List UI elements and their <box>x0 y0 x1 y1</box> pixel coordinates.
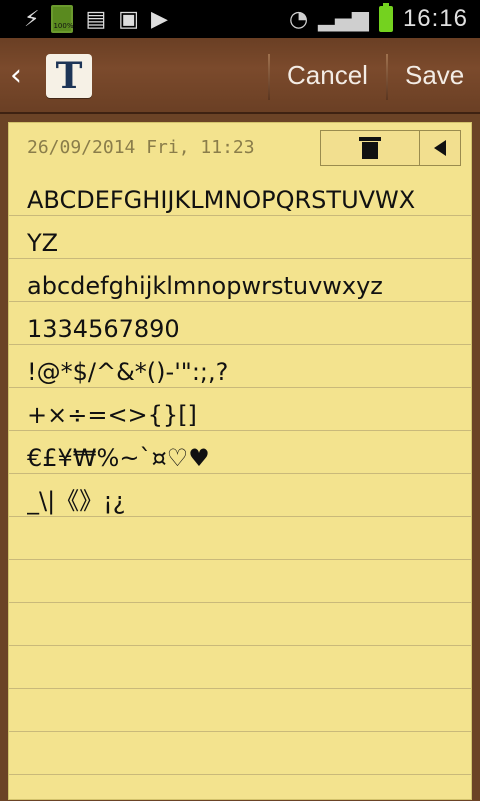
note-paper[interactable]: 26/09/2014 Fri, 11:23 ABCDEFGHIJKLMNOPQR… <box>8 122 472 801</box>
clock: 16:16 <box>402 5 468 32</box>
cancel-button[interactable]: Cancel <box>287 60 368 91</box>
battery-icon <box>378 3 393 32</box>
note-line: 1334567890 <box>27 315 180 343</box>
trash-icon <box>359 137 381 159</box>
back-arrow-icon[interactable]: ‹ <box>10 58 34 94</box>
font-style-label: T <box>55 55 83 97</box>
note-line: €£¥₩%~`¤♡♥ <box>27 444 210 472</box>
save-button[interactable]: Save <box>405 60 464 91</box>
store-icon: ▶ <box>151 6 168 32</box>
gallery-icon: ▣ <box>118 6 140 32</box>
usb-icon: ⚡ <box>24 6 40 32</box>
note-line: _\|《》¡¿ <box>27 487 126 515</box>
note-date: 26/09/2014 Fri, 11:23 <box>27 137 255 158</box>
note-line: !@*$/^&*()-'":;,? <box>27 358 229 386</box>
divider <box>268 54 270 100</box>
wifi-icon: ◔ <box>288 6 309 32</box>
note-line: ABCDEFGHIJKLMNOPQRSTUVWX <box>27 186 416 214</box>
divider <box>386 54 388 100</box>
note-line: abcdefghijklmnopwrstuvwxyz <box>27 272 383 300</box>
note-line: +×÷=<>{}[] <box>27 401 197 429</box>
collapse-button[interactable] <box>419 131 460 165</box>
status-bar: ⚡ 100% ▤ ▣ ▶ ◔ ▂▄▆ 16:16 <box>0 0 480 38</box>
delete-button[interactable] <box>321 131 419 165</box>
sim-card-icon: ▤ <box>85 6 107 32</box>
battery-small-icon: 100% <box>51 5 73 33</box>
battery-small-percent: 100% <box>53 22 74 30</box>
top-app-bar: ‹ T Cancel Save <box>0 38 480 114</box>
arrow-left-icon <box>434 140 446 156</box>
note-text-area[interactable]: ABCDEFGHIJKLMNOPQRSTUVWX YZ abcdefghijkl… <box>27 179 457 523</box>
font-style-button[interactable]: T <box>46 54 92 98</box>
status-right: ◔ ▂▄▆ 16:16 <box>288 3 480 33</box>
status-left: ⚡ 100% ▤ ▣ ▶ <box>0 5 168 33</box>
signal-icon: ▂▄▆ <box>318 6 369 32</box>
note-line: YZ <box>27 229 59 257</box>
note-toolbar <box>320 130 461 166</box>
